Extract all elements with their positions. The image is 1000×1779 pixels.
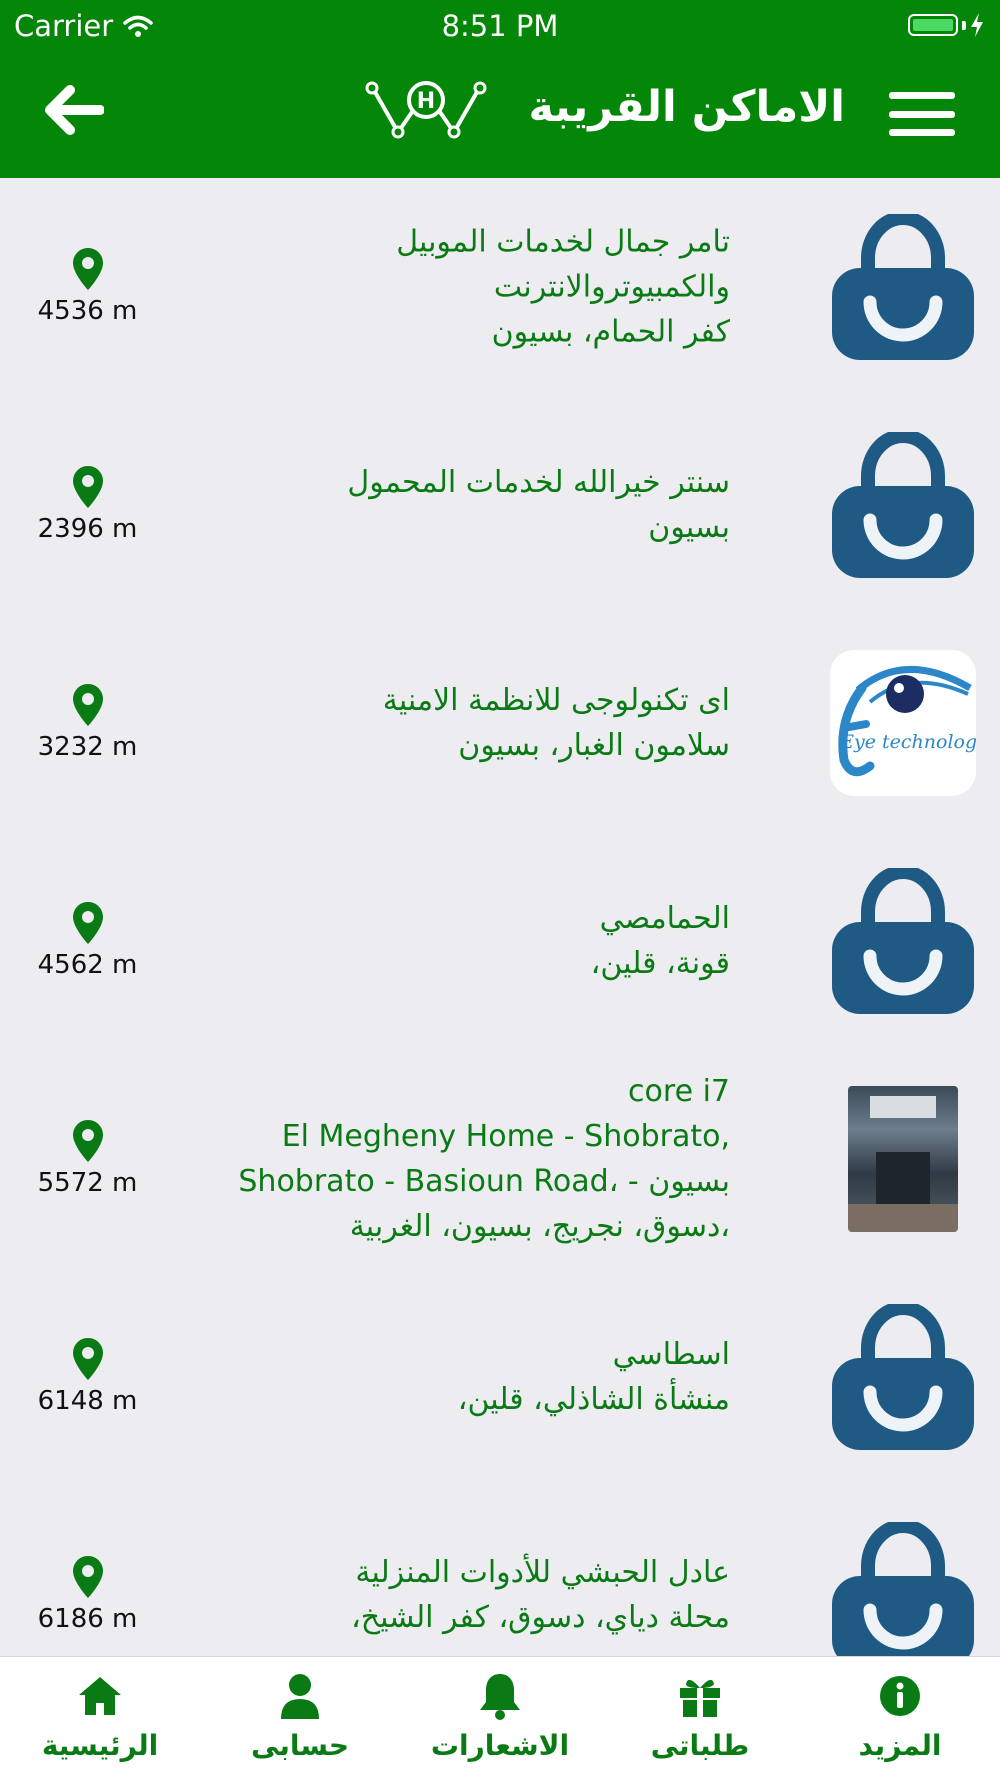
place-details: core i7 El Megheny Home - Shobrato, Shob… [170, 1069, 730, 1249]
place-line: سنتر خيرالله لخدمات المحمول [347, 465, 730, 500]
back-button[interactable] [40, 82, 105, 138]
place-line: Shobrato - Basioun Road، - بسيون [238, 1164, 730, 1199]
gift-icon [680, 1679, 720, 1717]
place-address: بسيون [648, 510, 730, 545]
bag-icon [832, 1522, 974, 1656]
distance-label: 3232 m [37, 732, 138, 762]
distance-label: 6148 m [37, 1386, 138, 1416]
tab-account[interactable]: حسابى [200, 1657, 400, 1779]
place-address: سلامون الغبار، بسيون [458, 728, 730, 763]
place-line: اى تكنولوجى للانظمة الامنية [382, 683, 730, 718]
place-address: قونة، قلين، [590, 946, 730, 981]
place-line: El Megheny Home - Shobrato, [281, 1119, 730, 1154]
charging-icon [971, 13, 983, 37]
list-item[interactable]: سنتر خيرالله لخدمات المحمول بسيون 2396 m [0, 396, 1000, 614]
place-details: اسطاسي منشأة الشاذلي، قلين، [170, 1332, 730, 1422]
menu-button[interactable] [889, 92, 955, 136]
distance: 5572 m [20, 1120, 155, 1198]
distance: 4562 m [20, 902, 155, 980]
tab-label: المزيد [858, 1729, 942, 1762]
location-pin-icon [72, 1556, 103, 1598]
location-pin-icon [72, 1120, 103, 1162]
tab-label: الاشعارات [430, 1729, 570, 1762]
bag-icon [832, 214, 974, 360]
tab-notifications[interactable]: الاشعارات [400, 1657, 600, 1779]
place-line: core i7 [628, 1074, 730, 1109]
location-pin-icon [72, 248, 103, 290]
list-item[interactable]: تامر جمال لخدمات الموبيل والكمبيوتروالان… [0, 178, 1000, 396]
bag-icon [832, 1304, 974, 1450]
distance: 6148 m [20, 1338, 155, 1416]
bell-icon [480, 1674, 520, 1720]
tab-label: الرئيسية [41, 1729, 159, 1762]
battery-icon [908, 13, 984, 37]
place-address: ،دسوق، نجريج، بسيون، الغربية [349, 1209, 730, 1244]
logo-text: Eye technology [839, 731, 976, 753]
list-item[interactable]: اسطاسي منشأة الشاذلي، قلين، 6148 m [0, 1268, 1000, 1486]
bag-icon [832, 868, 974, 1014]
shop-photo [848, 1086, 958, 1232]
place-details: سنتر خيرالله لخدمات المحمول بسيون [170, 460, 730, 550]
tab-label: طلباتى [650, 1729, 750, 1762]
status-time: 8:51 PM [441, 9, 559, 43]
list-item[interactable]: عادل الحبشي للأدوات المنزلية محلة دياي، … [0, 1486, 1000, 1656]
tab-more[interactable]: المزيد [800, 1657, 1000, 1779]
tab-label: حسابى [250, 1729, 350, 1762]
distance-label: 6186 m [37, 1604, 138, 1634]
status-bar: Carrier 8:51 PM [0, 0, 1000, 50]
bag-icon [832, 432, 974, 578]
place-line: والكمبيوتروالانترنت [493, 269, 730, 305]
eye-technology-logo: Eye technology [830, 650, 976, 796]
user-icon [281, 1674, 319, 1719]
distance-label: 4536 m [37, 296, 138, 326]
tab-home[interactable]: الرئيسية [0, 1657, 200, 1779]
distance: 3232 m [20, 684, 155, 762]
place-line: تامر جمال لخدمات الموبيل [396, 224, 730, 260]
tab-orders[interactable]: طلباتى [600, 1657, 800, 1779]
tab-bar: الرئيسية حسابى الاشعارات طلباتى المزيد [0, 1656, 1000, 1779]
list-item[interactable]: Eye technology اى تكنولوجى للانظمة الامن… [0, 614, 1000, 832]
location-pin-icon [72, 466, 103, 508]
distance-label: 4562 m [37, 950, 138, 980]
location-pin-icon [72, 684, 103, 726]
hamburger-icon [889, 92, 955, 99]
logo-letter: H [417, 89, 435, 114]
arrow-left-icon [45, 85, 105, 135]
list-item[interactable]: core i7 El Megheny Home - Shobrato, Shob… [0, 1050, 1000, 1268]
location-pin-icon [72, 1338, 103, 1380]
place-address: منشأة الشاذلي، قلين، [457, 1382, 730, 1417]
location-pin-icon [72, 902, 103, 944]
place-details: تامر جمال لخدمات الموبيل والكمبيوتروالان… [170, 220, 730, 355]
place-line: الحمامصي [599, 901, 730, 936]
distance: 4536 m [20, 248, 155, 326]
page-title: الاماكن القريبة [528, 82, 845, 132]
place-details: عادل الحبشي للأدوات المنزلية محلة دياي، … [170, 1550, 730, 1640]
place-line: اسطاسي [612, 1337, 730, 1372]
place-details: اى تكنولوجى للانظمة الامنية سلامون الغبا… [170, 678, 730, 768]
distance-label: 5572 m [37, 1168, 138, 1198]
place-address: كفر الحمام، بسيون [491, 314, 730, 350]
info-icon [880, 1676, 920, 1716]
distance: 6186 m [20, 1556, 155, 1634]
place-address: محلة دياي، دسوق، كفر الشيخ، [351, 1600, 730, 1635]
app-logo: H [362, 78, 490, 144]
place-line: عادل الحبشي للأدوات المنزلية [355, 1555, 730, 1590]
distance: 2396 m [20, 466, 155, 544]
distance-label: 2396 m [37, 514, 138, 544]
places-list[interactable]: تامر جمال لخدمات الموبيل والكمبيوتروالان… [0, 178, 1000, 1656]
app-header: Carrier 8:51 PM H الاماكن القريبة [0, 0, 1000, 178]
list-item[interactable]: الحمامصي قونة، قلين، 4562 m [0, 832, 1000, 1050]
home-icon [79, 1677, 121, 1715]
place-details: الحمامصي قونة، قلين، [170, 896, 730, 986]
